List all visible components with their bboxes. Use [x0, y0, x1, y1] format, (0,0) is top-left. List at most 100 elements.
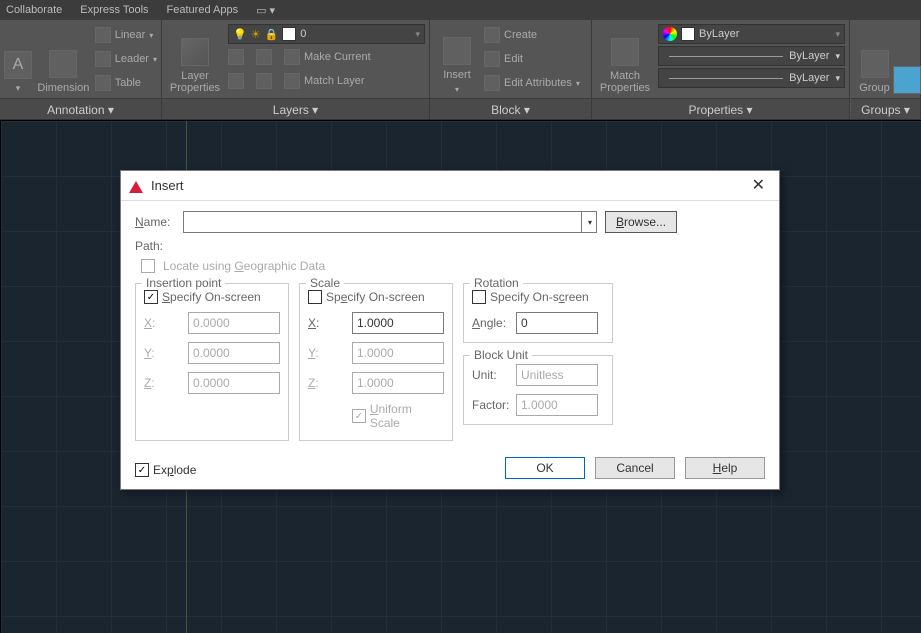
edit-attributes-button[interactable]: Edit Attributes ▾: [484, 72, 580, 94]
scale-legend: Scale: [306, 276, 344, 290]
menu-overflow[interactable]: ▭ ▾: [256, 4, 275, 17]
insertion-specify-label: Specify On-screen: [162, 290, 261, 304]
layer-tool-4[interactable]: [256, 70, 272, 92]
match-layer-button[interactable]: Match Layer: [284, 70, 365, 92]
menu-featured-apps[interactable]: Featured Apps: [167, 4, 239, 16]
geo-data-label: Locate using Geographic Data: [163, 259, 325, 273]
insert-icon: [443, 37, 471, 65]
scale-x-label: X:: [308, 316, 346, 330]
panel-title-annotation[interactable]: Annotation ▾: [0, 98, 161, 119]
dimension-icon: [49, 50, 77, 78]
chevron-down-icon: ▾: [415, 29, 420, 40]
insertion-point-group: Insertion point Specify On-screen X: Y: …: [135, 283, 289, 441]
help-button[interactable]: Help: [685, 457, 765, 479]
group-icon-2: [893, 66, 921, 94]
scale-group: Scale Specify On-screen X: Y: Z:: [299, 283, 453, 441]
insertion-y-label: Y:: [144, 346, 182, 360]
rotation-legend: Rotation: [470, 276, 523, 290]
create-block-button[interactable]: Create: [484, 24, 580, 46]
ok-button[interactable]: OK: [505, 457, 585, 479]
panel-layers: Layer Properties 💡 ☀ 🔒 0 ▾: [162, 20, 430, 119]
panel-title-layers[interactable]: Layers ▾: [162, 98, 429, 119]
close-button[interactable]: ✕: [746, 176, 771, 196]
explode-checkbox[interactable]: [135, 463, 149, 477]
menu-collaborate[interactable]: Collaborate: [6, 4, 62, 16]
menubar: Collaborate Express Tools Featured Apps …: [0, 0, 921, 20]
lock-icon: 🔒: [265, 28, 279, 41]
dimension-label: Dimension: [37, 82, 89, 94]
panel-title-block[interactable]: Block ▾: [430, 98, 591, 119]
rotation-group: Rotation Specify On-screen Angle:: [463, 283, 613, 343]
uniform-scale-label: Uniform Scale: [370, 402, 444, 430]
factor-input: [516, 394, 598, 416]
linear-button[interactable]: Linear ▾: [95, 24, 157, 46]
make-current-button[interactable]: Make Current: [284, 46, 371, 68]
scale-y-input: [352, 342, 444, 364]
browse-button[interactable]: Browse...: [605, 211, 677, 233]
insertion-z-input: [188, 372, 280, 394]
insertion-z-label: Z:: [144, 376, 182, 390]
group-button[interactable]: Group: [855, 24, 894, 96]
group-icon: [861, 50, 889, 78]
match-properties-icon: [611, 38, 639, 66]
scale-specify-label: Specify On-screen: [326, 290, 425, 304]
panel-annotation: A ▾ Dimension Linear ▾ Leader ▾: [0, 20, 162, 119]
factor-label: Factor:: [472, 398, 510, 412]
angle-label: Angle:: [472, 316, 510, 330]
edit-icon: [484, 51, 500, 67]
insert-dialog: Insert ✕ Name: ▾ Browse... Path: Locate …: [120, 170, 780, 490]
linear-icon: [95, 27, 111, 43]
insertion-y-input: [188, 342, 280, 364]
scale-specify-checkbox[interactable]: [308, 290, 322, 304]
name-label: Name:: [135, 215, 175, 229]
layer-selector[interactable]: 💡 ☀ 🔒 0 ▾: [228, 24, 425, 44]
block-unit-legend: Block Unit: [470, 348, 532, 362]
rotation-specify-label: Specify On-screen: [490, 290, 589, 304]
uniform-scale-checkbox: [352, 409, 366, 423]
layer-tool-1[interactable]: [228, 46, 244, 68]
table-icon: [95, 75, 111, 91]
angle-input[interactable]: [516, 312, 598, 334]
panel-title-properties[interactable]: Properties ▾: [592, 98, 849, 119]
linetype-selector[interactable]: ByLayer ▾: [658, 68, 845, 88]
panel-title-groups[interactable]: Groups ▾: [851, 98, 920, 119]
leader-button[interactable]: Leader ▾: [95, 48, 157, 70]
scale-y-label: Y:: [308, 346, 346, 360]
name-combobox[interactable]: ▾: [183, 211, 597, 233]
scale-x-input[interactable]: [352, 312, 444, 334]
lineweight-selector[interactable]: ByLayer ▾: [658, 46, 845, 66]
insertion-legend: Insertion point: [142, 276, 225, 290]
color-selector[interactable]: ByLayer ▾: [658, 24, 845, 44]
sun-icon: ☀: [251, 28, 261, 41]
cancel-button[interactable]: Cancel: [595, 457, 675, 479]
panel-groups: Group Groups ▾: [851, 20, 921, 119]
layer-tool-2[interactable]: [256, 46, 272, 68]
block-unit-group: Block Unit Unit: Factor:: [463, 355, 613, 425]
color-wheel-icon: [663, 27, 677, 41]
edit-attributes-icon: [484, 75, 500, 91]
scale-z-label: Z:: [308, 376, 346, 390]
dimension-button[interactable]: Dimension: [36, 24, 91, 96]
path-label: Path:: [135, 239, 175, 253]
match-layer-icon: [284, 73, 300, 89]
dialog-titlebar[interactable]: Insert ✕: [121, 171, 779, 201]
insert-block-button[interactable]: Insert ▾: [434, 24, 480, 96]
table-button[interactable]: Table: [95, 72, 157, 94]
edit-block-button[interactable]: Edit: [484, 48, 580, 70]
match-properties-button[interactable]: Match Properties: [596, 24, 654, 96]
insertion-x-input: [188, 312, 280, 334]
explode-label: Explode: [153, 463, 196, 477]
rotation-specify-checkbox[interactable]: [472, 290, 486, 304]
insertion-specify-checkbox[interactable]: [144, 290, 158, 304]
color-swatch: [681, 27, 695, 41]
group-button-2[interactable]: [898, 24, 916, 96]
chevron-down-icon: ▾: [149, 31, 153, 40]
menu-express-tools[interactable]: Express Tools: [80, 4, 148, 16]
layer-tool-3[interactable]: [228, 70, 244, 92]
layer-color-swatch: [282, 27, 296, 41]
chevron-down-icon: ▾: [581, 212, 592, 232]
dialog-title: Insert: [151, 178, 184, 193]
text-style-button[interactable]: A ▾: [4, 24, 32, 96]
layers-icon: [181, 38, 209, 66]
layer-properties-button[interactable]: Layer Properties: [166, 24, 224, 96]
